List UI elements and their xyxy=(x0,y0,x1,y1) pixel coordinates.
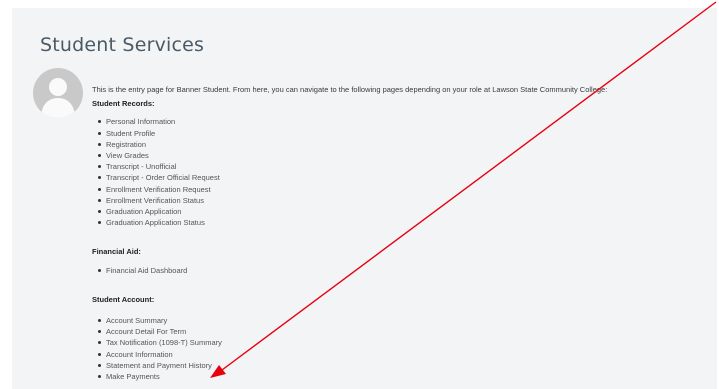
link-graduation-application[interactable]: Graduation Application xyxy=(98,206,712,217)
link-tax-notification-summary[interactable]: Tax Notification (1098-T) Summary xyxy=(98,337,712,348)
link-view-grades[interactable]: View Grades xyxy=(98,150,712,161)
student-records-heading: Student Records: xyxy=(92,99,155,109)
financial-aid-list: Financial Aid Dashboard xyxy=(92,265,712,276)
link-transcript-unofficial[interactable]: Transcript - Unofficial xyxy=(98,161,712,172)
link-enrollment-verification-request[interactable]: Enrollment Verification Request xyxy=(98,184,712,195)
financial-aid-heading: Financial Aid: xyxy=(92,247,141,257)
link-graduation-application-status[interactable]: Graduation Application Status xyxy=(98,217,712,228)
link-account-information[interactable]: Account Information xyxy=(98,349,712,360)
link-transcript-order-official[interactable]: Transcript - Order Official Request xyxy=(98,172,712,183)
avatar-silhouette-icon xyxy=(41,78,75,118)
link-make-payments[interactable]: Make Payments xyxy=(98,371,712,382)
avatar xyxy=(33,68,83,118)
student-records-list: Personal Information Student Profile Reg… xyxy=(92,116,712,228)
link-personal-information[interactable]: Personal Information xyxy=(98,116,712,127)
link-student-profile[interactable]: Student Profile xyxy=(98,128,712,139)
link-registration[interactable]: Registration xyxy=(98,139,712,150)
intro-text: This is the entry page for Banner Studen… xyxy=(92,85,608,94)
link-statement-payment-history[interactable]: Statement and Payment History xyxy=(98,360,712,371)
student-account-list: Account Summary Account Detail For Term … xyxy=(92,315,712,382)
main-content: This is the entry page for Banner Studen… xyxy=(92,84,712,382)
link-account-detail-for-term[interactable]: Account Detail For Term xyxy=(98,326,712,337)
student-account-heading: Student Account: xyxy=(92,294,155,304)
link-account-summary[interactable]: Account Summary xyxy=(98,315,712,326)
page-title: Student Services xyxy=(40,34,205,56)
link-enrollment-verification-status[interactable]: Enrollment Verification Status xyxy=(98,195,712,206)
link-financial-aid-dashboard[interactable]: Financial Aid Dashboard xyxy=(98,265,712,276)
